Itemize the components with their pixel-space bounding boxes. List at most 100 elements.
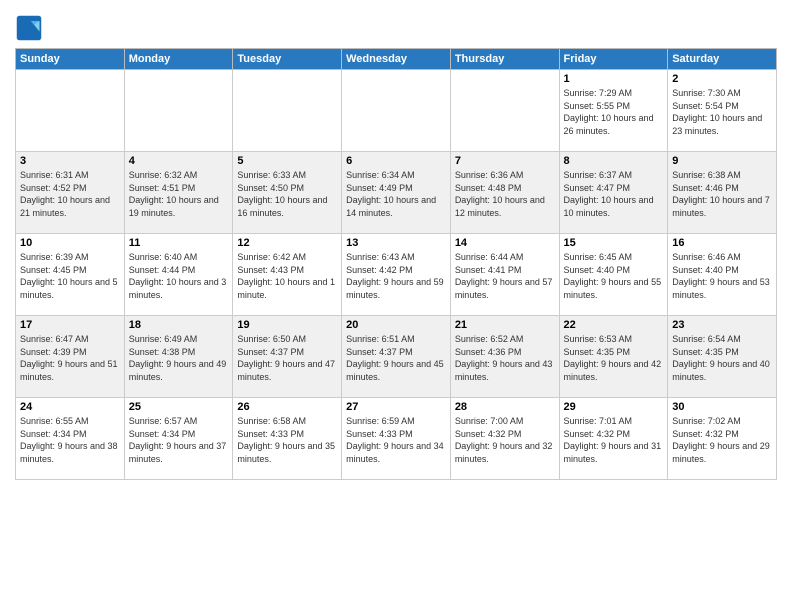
day-info: Sunrise: 7:02 AM Sunset: 4:32 PM Dayligh… [672, 415, 772, 465]
day-info: Sunrise: 6:39 AM Sunset: 4:45 PM Dayligh… [20, 251, 120, 301]
weekday-header: Friday [559, 49, 668, 70]
day-info: Sunrise: 6:46 AM Sunset: 4:40 PM Dayligh… [672, 251, 772, 301]
calendar-week-row: 3 Sunrise: 6:31 AM Sunset: 4:52 PM Daylig… [16, 152, 777, 234]
day-info: Sunrise: 6:57 AM Sunset: 4:34 PM Dayligh… [129, 415, 229, 465]
calendar-day-cell: 21Sunrise: 6:52 AM Sunset: 4:36 PM Dayli… [450, 316, 559, 398]
day-info: Sunrise: 6:45 AM Sunset: 4:40 PM Dayligh… [564, 251, 664, 301]
day-info: Sunrise: 6:43 AM Sunset: 4:42 PM Dayligh… [346, 251, 446, 301]
calendar-day-cell: 30 Sunrise: 7:02 AM Sunset: 4:32 PM Dayli… [668, 398, 777, 480]
day-info: Sunrise: 6:58 AM Sunset: 4:33 PM Dayligh… [237, 415, 337, 465]
day-info: Sunrise: 6:40 AM Sunset: 4:44 PM Dayligh… [129, 251, 229, 301]
day-info: Sunrise: 6:47 AM Sunset: 4:39 PM Dayligh… [20, 333, 120, 383]
day-info: Sunrise: 6:59 AM Sunset: 4:33 PM Dayligh… [346, 415, 446, 465]
day-number: 5 [237, 155, 337, 167]
day-number: 2 [672, 73, 772, 85]
day-number: 13 [346, 237, 446, 249]
calendar-day-cell: 14Sunrise: 6:44 AM Sunset: 4:41 PM Dayli… [450, 234, 559, 316]
page: SundayMondayTuesdayWednesdayThursdayFrid… [0, 0, 792, 612]
calendar-day-cell: 22 Sunrise: 6:53 AM Sunset: 4:35 PM Dayli… [559, 316, 668, 398]
day-number: 22 [564, 319, 664, 331]
day-number: 29 [564, 401, 664, 413]
day-number: 21 [455, 319, 555, 331]
calendar-day-cell: 1Sunrise: 7:29 AM Sunset: 5:55 PM Daylig… [559, 70, 668, 152]
day-info: Sunrise: 6:31 AM Sunset: 4:52 PM Dayligh… [20, 169, 120, 219]
weekday-header: Monday [124, 49, 233, 70]
calendar-header-row: SundayMondayTuesdayWednesdayThursdayFrid… [16, 49, 777, 70]
day-info: Sunrise: 6:44 AM Sunset: 4:41 PM Dayligh… [455, 251, 555, 301]
day-info: Sunrise: 6:50 AM Sunset: 4:37 PM Dayligh… [237, 333, 337, 383]
calendar-week-row: 17 Sunrise: 6:47 AM Sunset: 4:39 PM Dayli… [16, 316, 777, 398]
calendar-week-row: 10 Sunrise: 6:39 AM Sunset: 4:45 PM Dayli… [16, 234, 777, 316]
day-number: 24 [20, 401, 120, 413]
calendar-week-row: 24 Sunrise: 6:55 AM Sunset: 4:34 PM Dayli… [16, 398, 777, 480]
day-number: 12 [237, 237, 337, 249]
day-info: Sunrise: 6:32 AM Sunset: 4:51 PM Dayligh… [129, 169, 229, 219]
calendar-day-cell: 25 Sunrise: 6:57 AM Sunset: 4:34 PM Dayli… [124, 398, 233, 480]
weekday-header: Sunday [16, 49, 125, 70]
calendar-week-row: 1Sunrise: 7:29 AM Sunset: 5:55 PM Daylig… [16, 70, 777, 152]
calendar-day-cell: 29Sunrise: 7:01 AM Sunset: 4:32 PM Dayli… [559, 398, 668, 480]
day-number: 26 [237, 401, 337, 413]
day-number: 28 [455, 401, 555, 413]
calendar-day-cell [124, 70, 233, 152]
day-number: 18 [129, 319, 229, 331]
day-info: Sunrise: 7:29 AM Sunset: 5:55 PM Dayligh… [564, 87, 664, 137]
day-info: Sunrise: 6:33 AM Sunset: 4:50 PM Dayligh… [237, 169, 337, 219]
logo-icon [15, 14, 43, 42]
calendar-day-cell [233, 70, 342, 152]
day-number: 6 [346, 155, 446, 167]
day-number: 27 [346, 401, 446, 413]
header [15, 10, 777, 42]
calendar-day-cell: 19 Sunrise: 6:50 AM Sunset: 4:37 PM Dayli… [233, 316, 342, 398]
calendar-day-cell: 23Sunrise: 6:54 AM Sunset: 4:35 PM Dayli… [668, 316, 777, 398]
day-number: 7 [455, 155, 555, 167]
calendar-day-cell: 2 Sunrise: 7:30 AM Sunset: 5:54 PM Daylig… [668, 70, 777, 152]
calendar-day-cell: 18Sunrise: 6:49 AM Sunset: 4:38 PM Dayli… [124, 316, 233, 398]
calendar-day-cell: 15 Sunrise: 6:45 AM Sunset: 4:40 PM Dayli… [559, 234, 668, 316]
day-info: Sunrise: 6:42 AM Sunset: 4:43 PM Dayligh… [237, 251, 337, 301]
day-info: Sunrise: 6:51 AM Sunset: 4:37 PM Dayligh… [346, 333, 446, 383]
calendar-day-cell: 27 Sunrise: 6:59 AM Sunset: 4:33 PM Dayli… [342, 398, 451, 480]
weekday-header: Thursday [450, 49, 559, 70]
calendar-day-cell: 28 Sunrise: 7:00 AM Sunset: 4:32 PM Dayli… [450, 398, 559, 480]
day-number: 4 [129, 155, 229, 167]
day-info: Sunrise: 6:36 AM Sunset: 4:48 PM Dayligh… [455, 169, 555, 219]
day-info: Sunrise: 6:54 AM Sunset: 4:35 PM Dayligh… [672, 333, 772, 383]
calendar-day-cell: 17 Sunrise: 6:47 AM Sunset: 4:39 PM Dayli… [16, 316, 125, 398]
day-info: Sunrise: 7:00 AM Sunset: 4:32 PM Dayligh… [455, 415, 555, 465]
day-info: Sunrise: 6:37 AM Sunset: 4:47 PM Dayligh… [564, 169, 664, 219]
day-number: 11 [129, 237, 229, 249]
day-info: Sunrise: 6:55 AM Sunset: 4:34 PM Dayligh… [20, 415, 120, 465]
day-number: 25 [129, 401, 229, 413]
day-info: Sunrise: 6:53 AM Sunset: 4:35 PM Dayligh… [564, 333, 664, 383]
calendar-day-cell: 8 Sunrise: 6:37 AM Sunset: 4:47 PM Daylig… [559, 152, 668, 234]
day-number: 15 [564, 237, 664, 249]
calendar-day-cell: 5 Sunrise: 6:33 AM Sunset: 4:50 PM Daylig… [233, 152, 342, 234]
day-number: 30 [672, 401, 772, 413]
day-number: 16 [672, 237, 772, 249]
calendar-day-cell: 10 Sunrise: 6:39 AM Sunset: 4:45 PM Dayli… [16, 234, 125, 316]
day-info: Sunrise: 7:30 AM Sunset: 5:54 PM Dayligh… [672, 87, 772, 137]
calendar-day-cell: 3 Sunrise: 6:31 AM Sunset: 4:52 PM Daylig… [16, 152, 125, 234]
logo [15, 14, 45, 42]
weekday-header: Saturday [668, 49, 777, 70]
day-number: 10 [20, 237, 120, 249]
calendar-day-cell [450, 70, 559, 152]
day-info: Sunrise: 6:38 AM Sunset: 4:46 PM Dayligh… [672, 169, 772, 219]
weekday-header: Tuesday [233, 49, 342, 70]
calendar-day-cell: 24 Sunrise: 6:55 AM Sunset: 4:34 PM Dayli… [16, 398, 125, 480]
calendar-day-cell: 11 Sunrise: 6:40 AM Sunset: 4:44 PM Dayli… [124, 234, 233, 316]
day-number: 19 [237, 319, 337, 331]
day-number: 20 [346, 319, 446, 331]
day-number: 3 [20, 155, 120, 167]
calendar-day-cell: 12 Sunrise: 6:42 AM Sunset: 4:43 PM Dayli… [233, 234, 342, 316]
calendar-day-cell: 9 Sunrise: 6:38 AM Sunset: 4:46 PM Daylig… [668, 152, 777, 234]
day-number: 8 [564, 155, 664, 167]
day-number: 9 [672, 155, 772, 167]
calendar-day-cell: 16 Sunrise: 6:46 AM Sunset: 4:40 PM Dayli… [668, 234, 777, 316]
calendar-day-cell: 4 Sunrise: 6:32 AM Sunset: 4:51 PM Daylig… [124, 152, 233, 234]
day-number: 17 [20, 319, 120, 331]
calendar-day-cell [342, 70, 451, 152]
weekday-header: Wednesday [342, 49, 451, 70]
calendar-table: SundayMondayTuesdayWednesdayThursdayFrid… [15, 48, 777, 480]
